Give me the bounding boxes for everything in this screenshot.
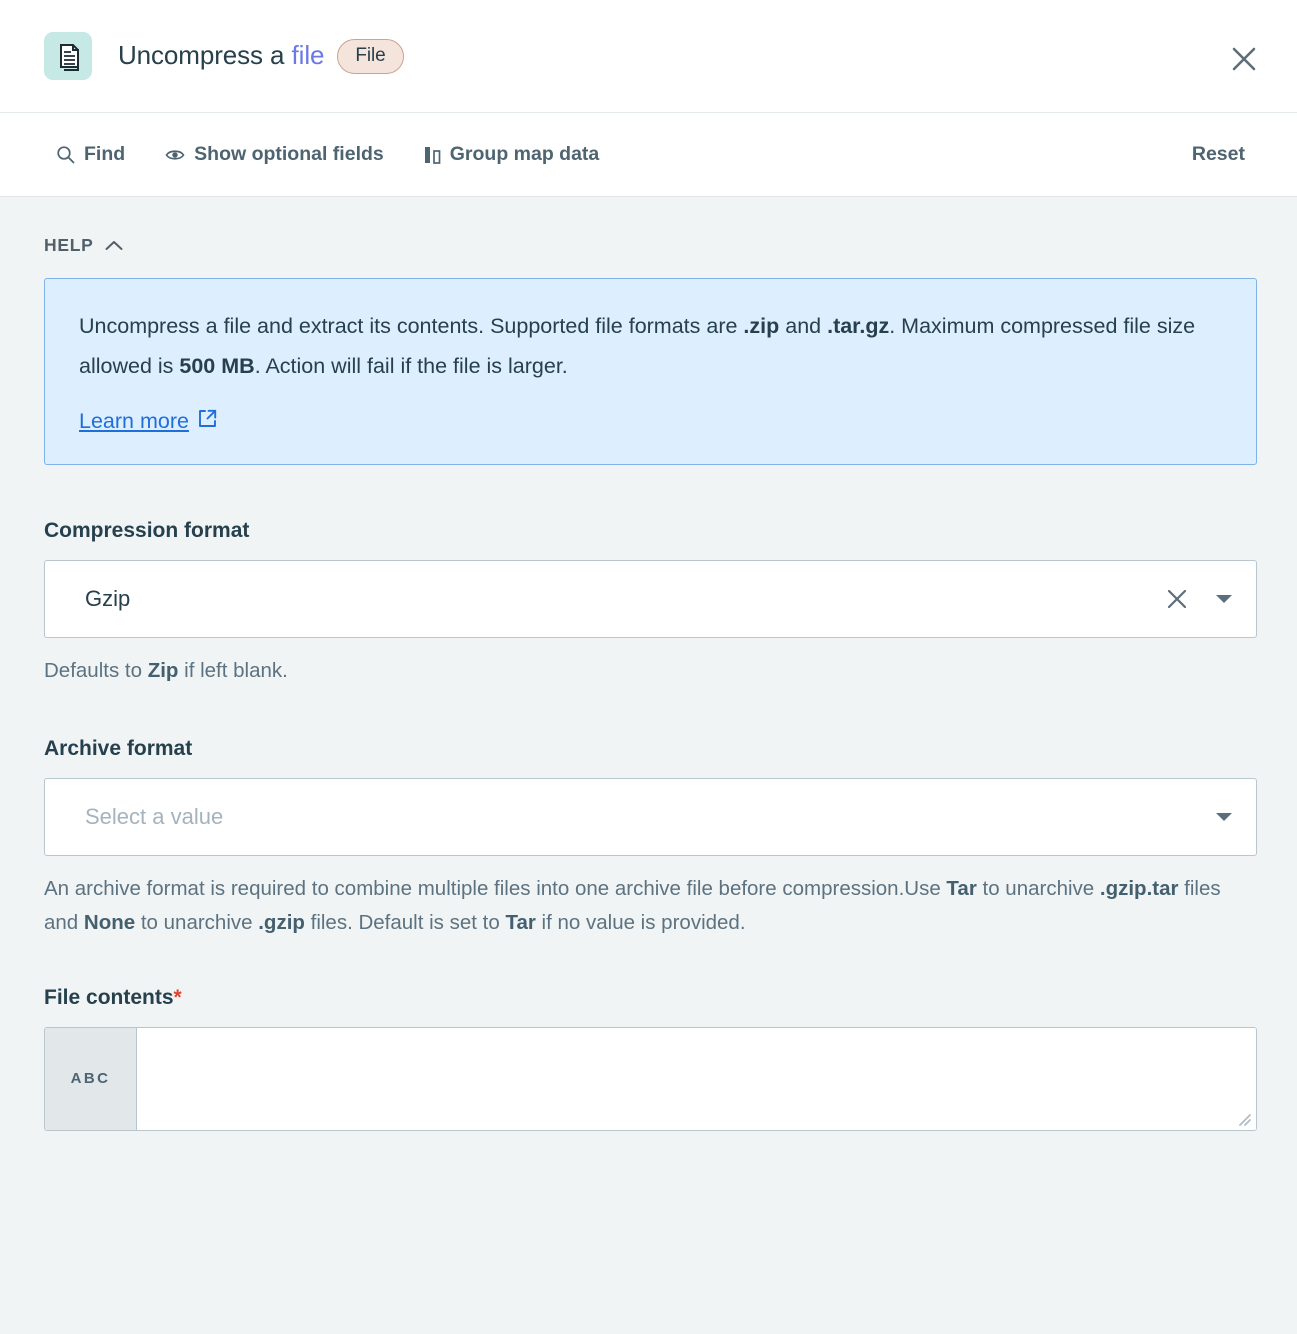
- show-optional-fields-button[interactable]: Show optional fields: [165, 143, 384, 166]
- compression-format-actions: [1166, 561, 1234, 637]
- reset-button[interactable]: Reset: [1192, 143, 1245, 166]
- chevron-down-icon[interactable]: [1214, 811, 1234, 823]
- find-label: Find: [84, 143, 126, 165]
- chevron-up-icon: [105, 235, 123, 256]
- help-text: Uncompress a file and extract its conten…: [79, 307, 1222, 387]
- help-section-label: HELP: [44, 235, 94, 255]
- group-map-data-label: Group map data: [449, 143, 600, 165]
- archive-format-actions: [1214, 779, 1234, 855]
- compression-format-hint: Defaults to Zip if left blank.: [44, 654, 1257, 688]
- status-badge: File: [337, 38, 404, 74]
- archive-hint-a: An archive format is required to combine…: [44, 877, 947, 901]
- archive-format-hint: An archive format is required to combine…: [44, 872, 1257, 940]
- page-title: Uncompress a file File: [118, 38, 404, 74]
- group-map-data-button[interactable]: Group map data: [424, 143, 600, 166]
- required-asterisk: *: [173, 985, 182, 1009]
- clear-icon[interactable]: [1166, 588, 1188, 610]
- help-callout: Uncompress a file and extract its conten…: [44, 278, 1257, 465]
- type-selector-button[interactable]: ABC: [45, 1027, 137, 1130]
- archive-format-label: Archive format: [44, 737, 193, 761]
- help-section-toggle[interactable]: HELP: [44, 235, 1257, 256]
- compression-format-select[interactable]: Gzip: [44, 559, 1257, 638]
- file-contents-textarea[interactable]: [137, 1027, 1256, 1130]
- help-text-g: . Action will fail if the file is larger…: [254, 353, 568, 378]
- archive-format-placeholder: Select a value: [85, 804, 224, 830]
- compression-format-field: Compression format Gzip Defaults to Zip …: [44, 519, 1257, 688]
- close-icon[interactable]: [1227, 42, 1261, 76]
- archive-hint-i: files. Default is set to: [304, 911, 506, 935]
- bar-chart-icon: [424, 146, 441, 164]
- archive-format-select[interactable]: Select a value: [44, 778, 1257, 857]
- help-text-size: 500 MB: [179, 353, 255, 378]
- action-toolbar: Find Show optional fields Group map data…: [0, 113, 1297, 197]
- archive-format-field: Archive format Select a value An archive…: [44, 737, 1257, 940]
- file-contents-input-group: ABC: [44, 1026, 1257, 1131]
- help-text-targz: .tar.gz: [827, 314, 890, 338]
- external-link-icon: [198, 409, 217, 434]
- compression-hint-zip: Zip: [147, 658, 179, 682]
- resize-handle-icon[interactable]: [1234, 1109, 1252, 1127]
- archive-hint-gziptar: .gzip.tar: [1099, 877, 1179, 901]
- search-icon: [56, 145, 75, 164]
- page-title-accent: file: [291, 39, 325, 70]
- learn-more-label: Learn more: [79, 408, 189, 433]
- archive-hint-none: None: [83, 911, 136, 935]
- document-stack-icon: [44, 32, 92, 80]
- archive-hint-tar2: Tar: [505, 911, 536, 935]
- archive-hint-c: to unarchive: [976, 877, 1100, 901]
- help-text-zip: .zip: [743, 314, 780, 338]
- form-body: HELP Uncompress a file and extract its c…: [0, 197, 1297, 1334]
- compression-hint-a: Defaults to: [44, 658, 148, 682]
- archive-hint-k: if no value is provided.: [535, 911, 746, 935]
- archive-hint-g: to unarchive: [135, 911, 259, 935]
- archive-hint-gzip: .gzip: [258, 911, 305, 935]
- help-text-a: Uncompress a file and extract its conten…: [79, 314, 744, 338]
- page-title-prefix: Uncompress a: [118, 39, 292, 70]
- eye-icon: [165, 147, 185, 163]
- compression-hint-c: if left blank.: [178, 658, 288, 682]
- compression-format-label: Compression format: [44, 518, 250, 542]
- file-contents-label: File contents*: [44, 986, 1257, 1010]
- learn-more-link[interactable]: Learn more: [79, 409, 217, 434]
- compression-format-value: Gzip: [85, 585, 131, 611]
- help-text-c: and: [779, 314, 828, 338]
- chevron-down-icon[interactable]: [1214, 593, 1234, 605]
- show-optional-fields-label: Show optional fields: [194, 143, 384, 165]
- file-contents-field: File contents* ABC: [44, 986, 1257, 1131]
- file-contents-label-text: File contents: [44, 985, 174, 1009]
- archive-hint-tar1: Tar: [946, 877, 977, 901]
- find-button[interactable]: Find: [56, 143, 125, 166]
- dialog-titlebar: Uncompress a file File: [0, 0, 1297, 113]
